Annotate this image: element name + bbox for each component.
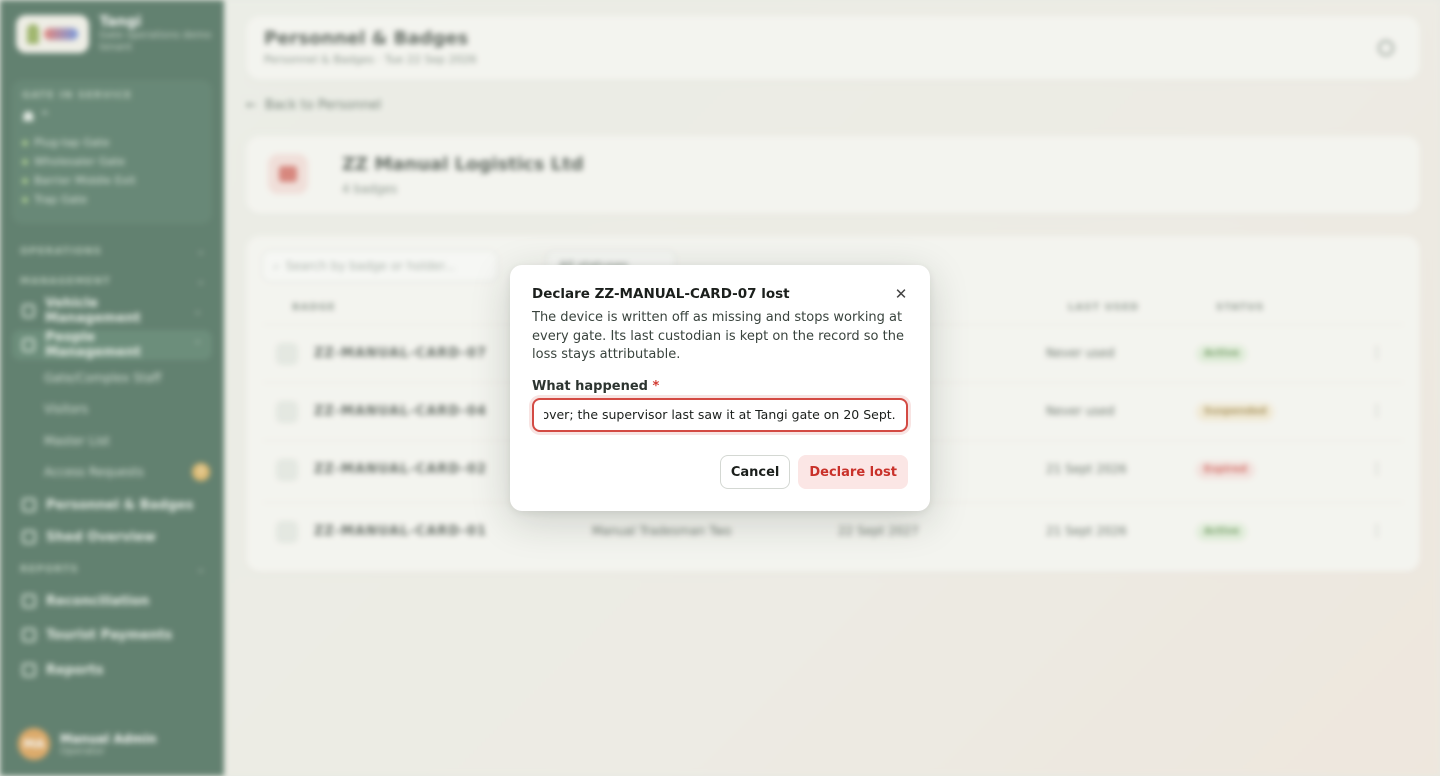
declare-lost-button[interactable]: Declare lost xyxy=(798,455,908,489)
declare-lost-dialog: Declare ZZ-MANUAL-CARD-07 lost ✕ The dev… xyxy=(510,265,930,511)
cancel-button[interactable]: Cancel xyxy=(719,455,791,489)
what-happened-label: What happened * xyxy=(532,378,660,394)
close-icon[interactable]: ✕ xyxy=(892,286,910,304)
dialog-description: The device is written off as missing and… xyxy=(532,310,904,362)
dialog-actions: Cancel Declare lost xyxy=(719,455,908,489)
dialog-title: Declare ZZ-MANUAL-CARD-07 lost xyxy=(532,286,790,302)
what-happened-input[interactable] xyxy=(532,397,908,432)
required-marker: * xyxy=(652,378,660,394)
